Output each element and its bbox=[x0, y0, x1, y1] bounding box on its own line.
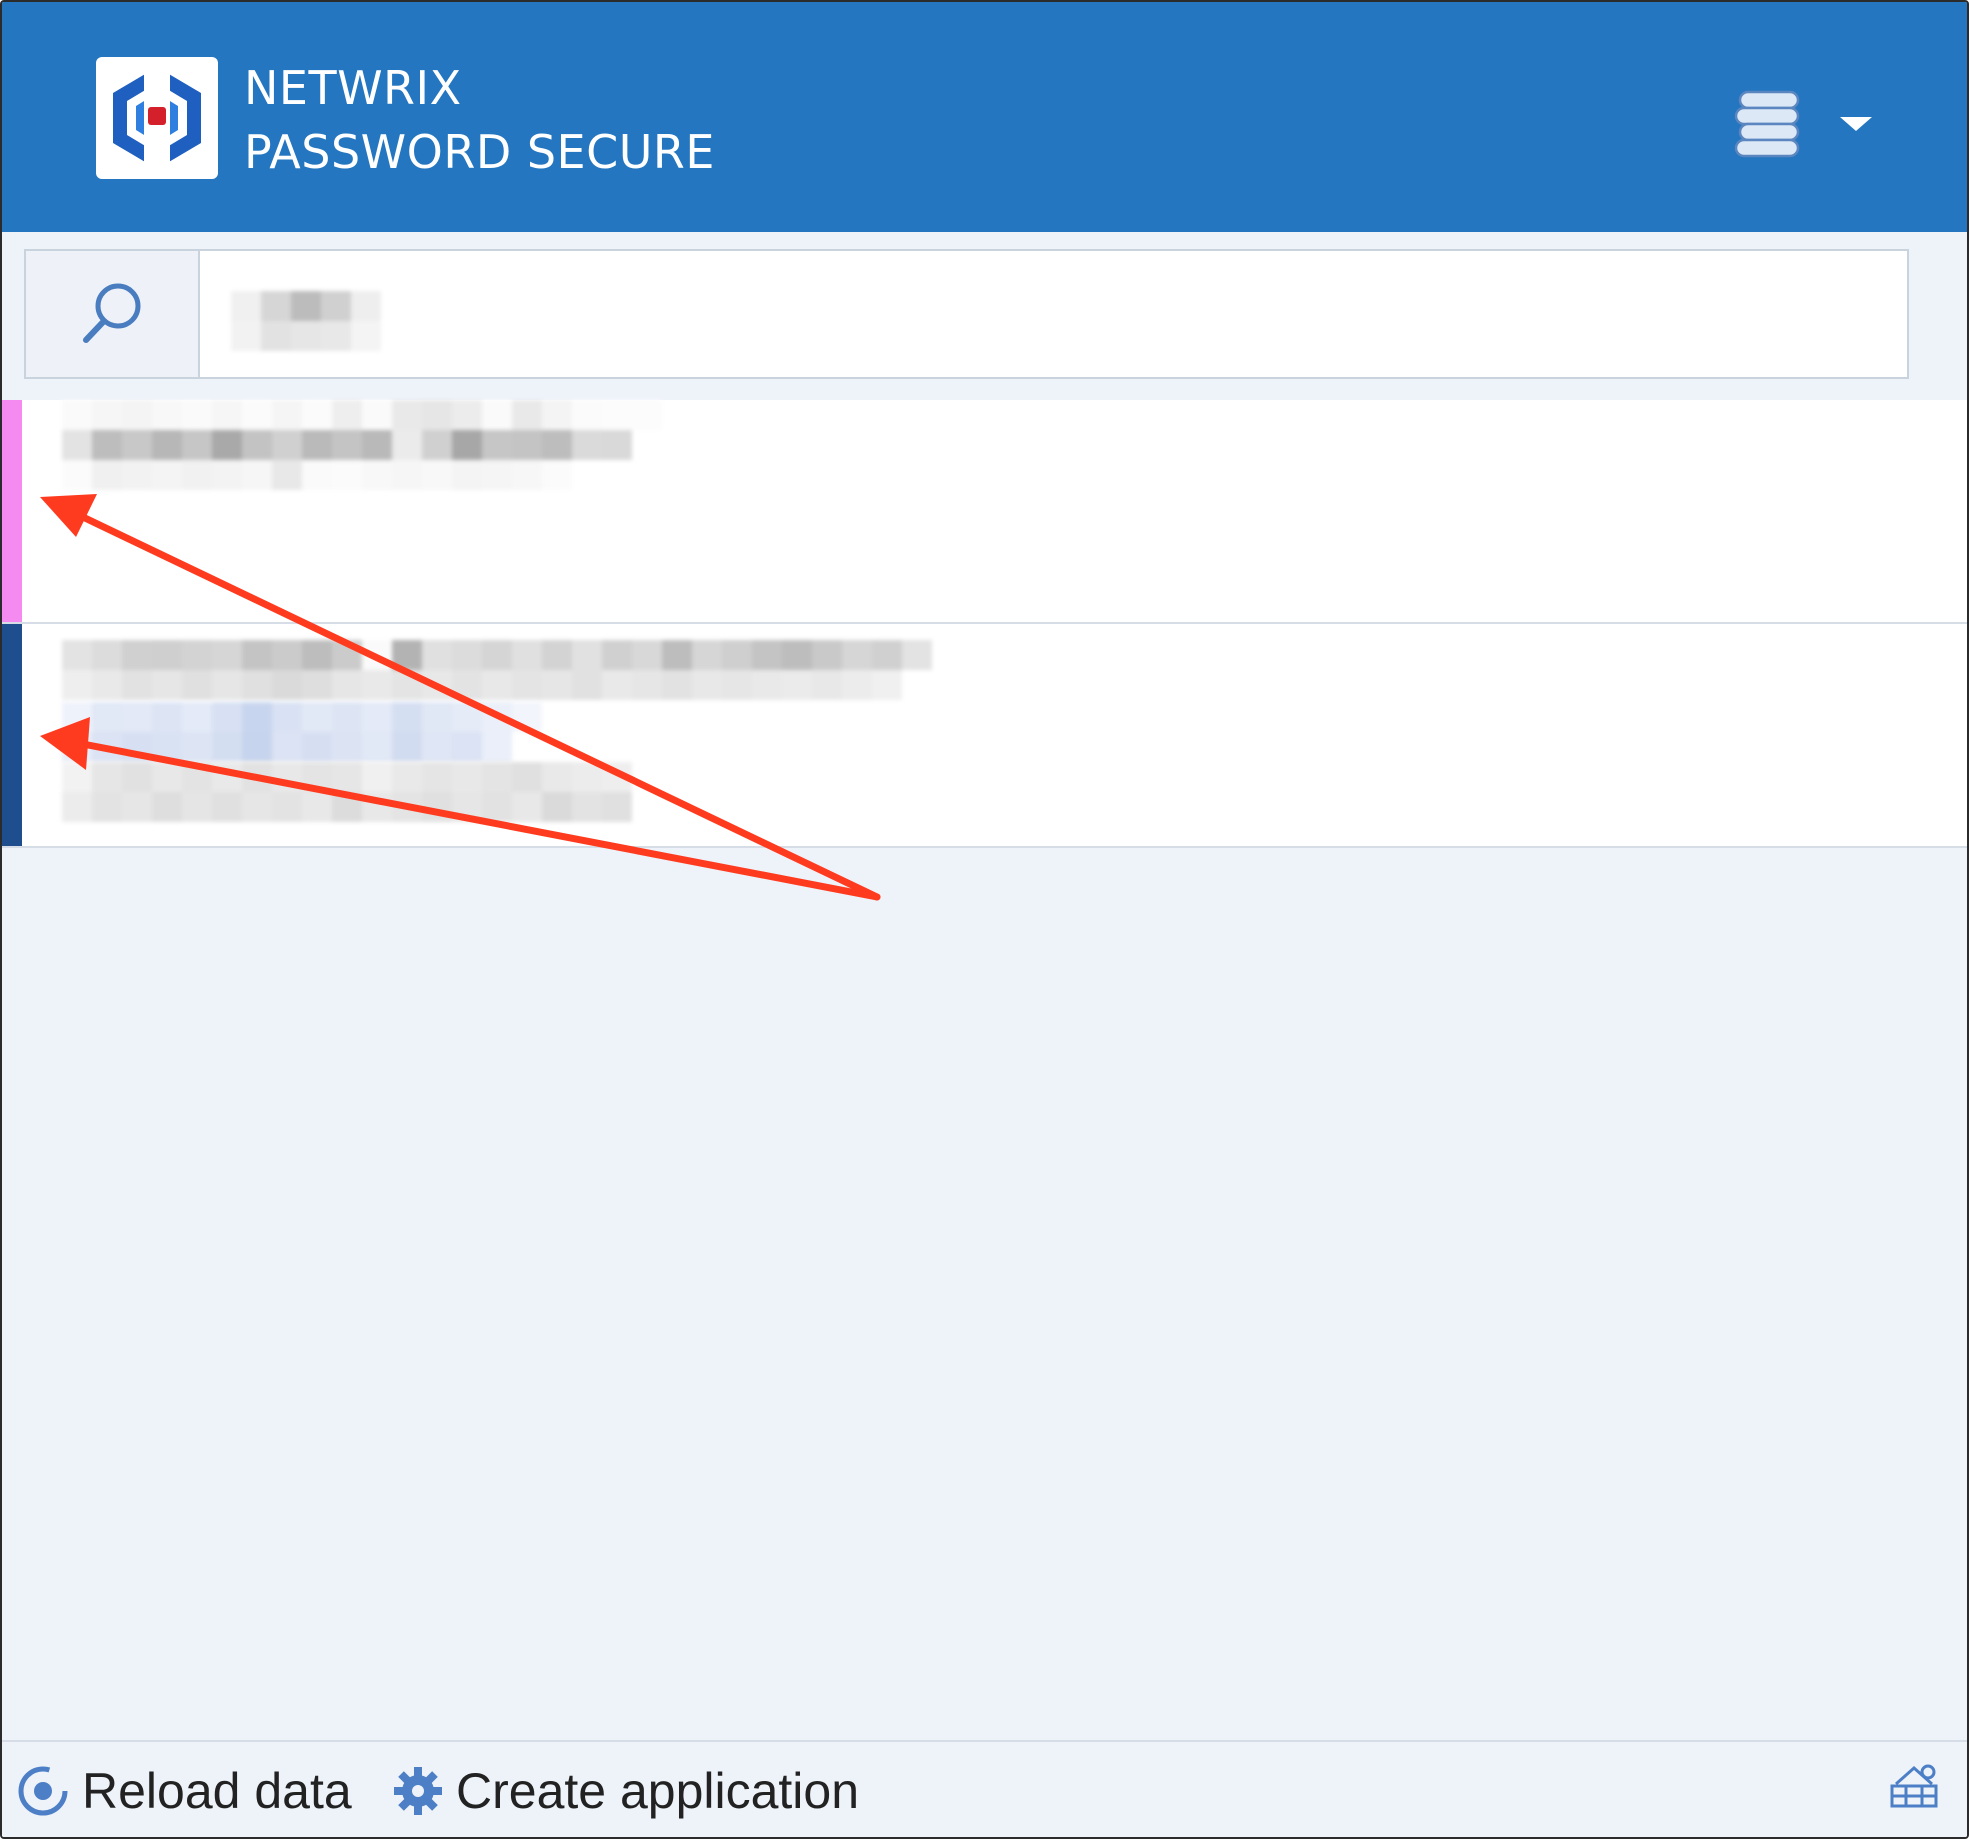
list-item[interactable] bbox=[2, 400, 1967, 624]
reload-icon bbox=[18, 1766, 68, 1816]
search-icon bbox=[83, 283, 141, 343]
redacted-entry-link bbox=[62, 702, 542, 762]
gear-icon bbox=[394, 1767, 442, 1815]
reload-data-button[interactable]: Reload data bbox=[14, 1762, 352, 1820]
redacted-entry-username bbox=[62, 762, 632, 822]
redacted-search-text bbox=[231, 291, 386, 351]
redacted-entry-title bbox=[62, 640, 932, 700]
brand-line-2: PASSWORD SECURE bbox=[244, 125, 715, 179]
brand-title: NETWRIX PASSWORD SECURE bbox=[244, 56, 715, 184]
app-header: NETWRIX PASSWORD SECURE bbox=[2, 2, 1967, 232]
footer-toolbar: Reload data Create application bbox=[2, 1740, 1967, 1837]
search-input[interactable] bbox=[200, 251, 1907, 377]
netwrix-logo-icon bbox=[96, 57, 218, 179]
search-bar bbox=[24, 249, 1909, 379]
search-button[interactable] bbox=[26, 251, 200, 377]
results-list bbox=[2, 400, 1967, 848]
create-application-label: Create application bbox=[456, 1763, 860, 1819]
application-icon[interactable] bbox=[1884, 1754, 1944, 1814]
chevron-down-icon[interactable] bbox=[1840, 117, 1872, 131]
color-tag-stripe bbox=[2, 400, 22, 622]
create-application-button[interactable]: Create application bbox=[390, 1762, 859, 1820]
reload-data-label: Reload data bbox=[82, 1763, 352, 1819]
brand-line-1: NETWRIX bbox=[244, 61, 462, 115]
color-tag-stripe bbox=[2, 624, 22, 846]
database-icon bbox=[1734, 90, 1800, 158]
redacted-entry-title bbox=[62, 400, 662, 490]
app-window: NETWRIX PASSWORD SECURE Reload data Crea… bbox=[0, 0, 1969, 1839]
list-item[interactable] bbox=[2, 624, 1967, 848]
database-menu-button[interactable] bbox=[1732, 74, 1892, 174]
